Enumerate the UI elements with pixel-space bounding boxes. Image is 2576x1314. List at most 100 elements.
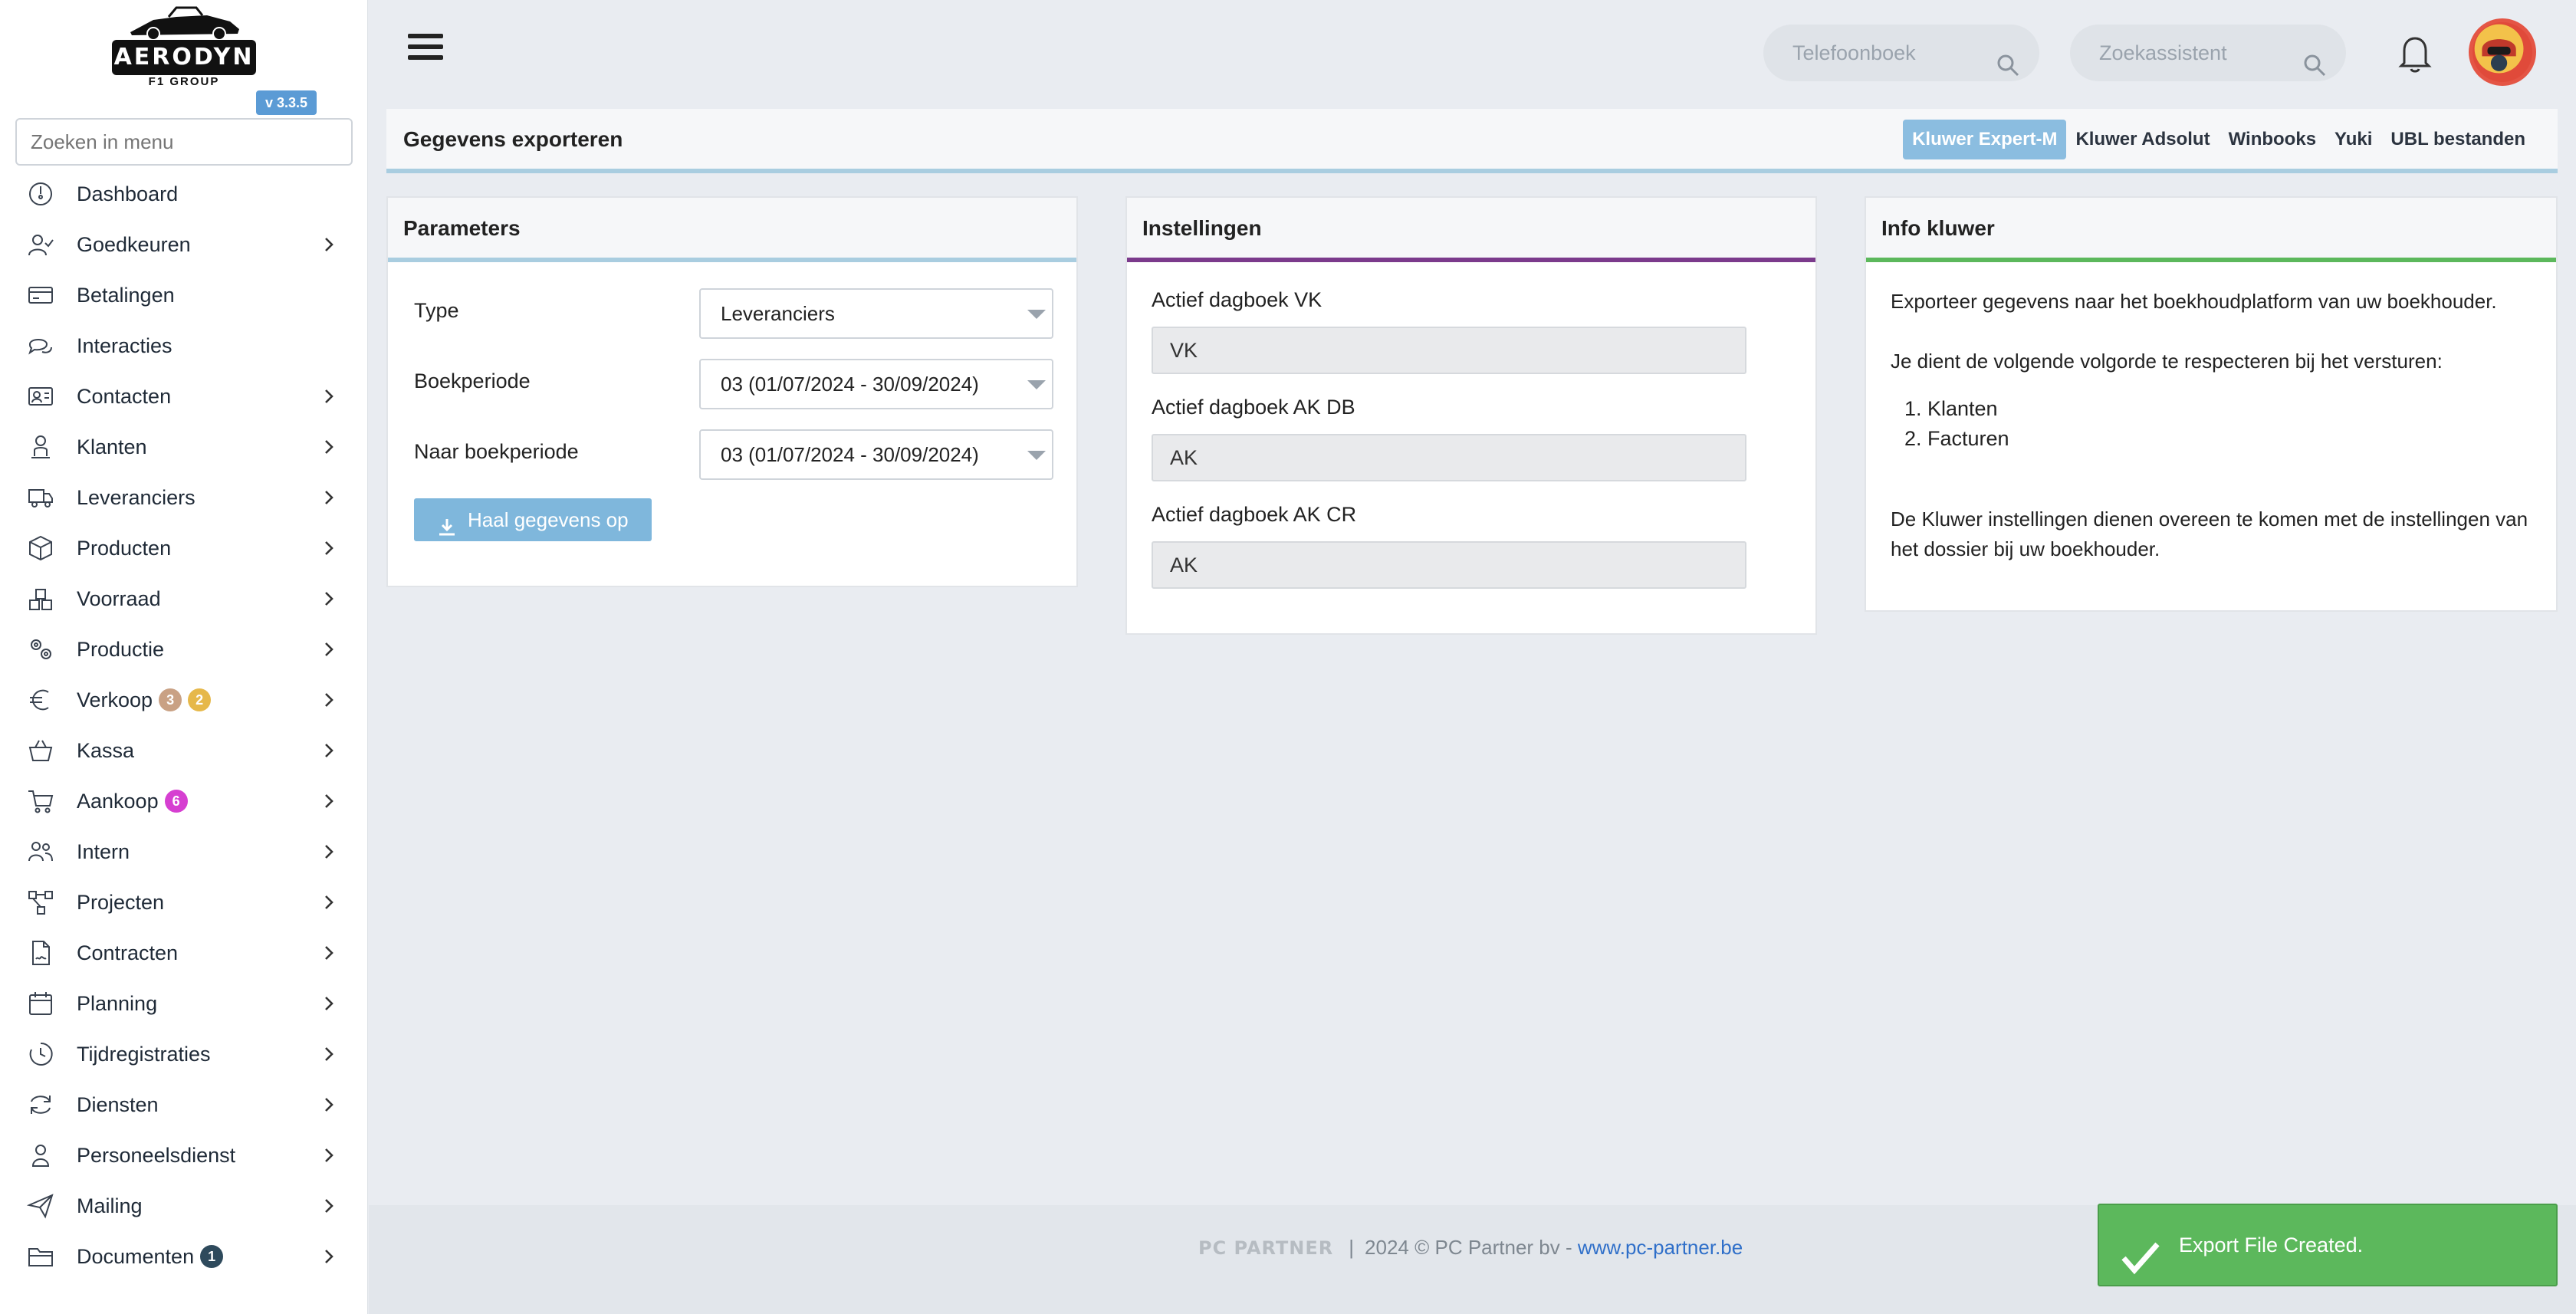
sidebar-item-projecten[interactable]: Projecten bbox=[0, 877, 368, 928]
notification-bell-icon[interactable] bbox=[2398, 34, 2432, 74]
sidebar-item-label: Kassa bbox=[77, 738, 135, 762]
tab-kluwer-adsolut[interactable]: Kluwer Adsolut bbox=[2066, 120, 2219, 159]
chevron-right-icon bbox=[320, 639, 337, 659]
period-select[interactable]: 03 (01/07/2024 - 30/09/2024) bbox=[699, 359, 1053, 409]
footer-separator: | bbox=[1349, 1236, 1355, 1259]
chevron-right-icon bbox=[320, 538, 337, 558]
parameters-panel: Parameters Type Leveranciers Boekperiode… bbox=[386, 196, 1078, 587]
sidebar-item-diensten[interactable]: Diensten bbox=[0, 1079, 368, 1130]
type-select[interactable]: Leveranciers bbox=[699, 288, 1053, 339]
list-item: Klanten bbox=[1927, 394, 2009, 424]
sidebar-item-label: Aankoop bbox=[77, 789, 159, 813]
chat-icon bbox=[26, 331, 55, 360]
count-badge: 3 bbox=[159, 688, 182, 711]
export-tabs: Kluwer Expert-M Kluwer Adsolut Winbooks Yuk… bbox=[1903, 120, 2535, 159]
tab-ubl-bestanden[interactable]: UBL bestanden bbox=[2381, 120, 2535, 159]
info-title: Info kluwer bbox=[1866, 198, 2556, 262]
logo-text: AERODYN bbox=[112, 40, 256, 75]
menu-search-input[interactable] bbox=[15, 118, 353, 166]
sidebar-item-kassa[interactable]: Kassa bbox=[0, 725, 368, 776]
chevron-right-icon bbox=[320, 1044, 337, 1064]
toast-notification[interactable]: Export File Created. bbox=[2098, 1204, 2558, 1286]
sidebar-item-label: Tijdregistraties bbox=[77, 1042, 211, 1066]
version-badge: v 3.3.5 bbox=[256, 90, 317, 115]
sidebar-item-personeelsdienst[interactable]: Personeelsdienst bbox=[0, 1130, 368, 1181]
footer-link[interactable]: www.pc-partner.be bbox=[1578, 1236, 1743, 1260]
assistant-search[interactable]: Zoekassistent bbox=[2070, 25, 2346, 81]
fetch-data-button[interactable]: Haal gegevens op bbox=[414, 498, 652, 541]
sidebar-item-mailing[interactable]: Mailing bbox=[0, 1181, 368, 1231]
chevron-right-icon bbox=[320, 589, 337, 609]
sidebar-item-contracten[interactable]: Contracten bbox=[0, 928, 368, 978]
search-icon[interactable] bbox=[2303, 41, 2326, 77]
contact-card-icon bbox=[26, 382, 55, 411]
period-label: Boekperiode bbox=[414, 370, 531, 393]
type-value: Leveranciers bbox=[721, 302, 835, 325]
sidebar-item-contacten[interactable]: Contacten bbox=[0, 371, 368, 422]
basket-icon bbox=[26, 736, 55, 765]
ak-cr-field: AK bbox=[1152, 541, 1746, 589]
sidebar: AERODYN F1 GROUP v 3.3.5 Dashboard Goedke… bbox=[0, 0, 368, 1314]
tab-winbooks[interactable]: Winbooks bbox=[2220, 120, 2325, 159]
brand-logo[interactable]: AERODYN F1 GROUP bbox=[107, 3, 261, 88]
page-title: Gegevens exporteren bbox=[403, 127, 623, 151]
sidebar-item-verkoop[interactable]: Verkoop 3 2 bbox=[0, 675, 368, 725]
sidebar-item-label: Mailing bbox=[77, 1194, 143, 1217]
tab-yuki[interactable]: Yuki bbox=[2325, 120, 2381, 159]
to-period-select[interactable]: 03 (01/07/2024 - 30/09/2024) bbox=[699, 429, 1053, 480]
user-avatar[interactable] bbox=[2469, 18, 2536, 86]
calendar-icon bbox=[26, 989, 55, 1018]
folder-icon bbox=[26, 1242, 55, 1271]
sidebar-item-dashboard[interactable]: Dashboard bbox=[0, 169, 368, 219]
sidebar-item-goedkeuren[interactable]: Goedkeuren bbox=[0, 219, 368, 270]
to-period-value: 03 (01/07/2024 - 30/09/2024) bbox=[721, 443, 979, 466]
phonebook-search[interactable]: Telefoonboek bbox=[1763, 25, 2039, 81]
sidebar-item-producten[interactable]: Producten bbox=[0, 523, 368, 573]
race-car-icon bbox=[130, 6, 239, 40]
check-icon bbox=[2121, 1228, 2160, 1275]
chevron-right-icon bbox=[320, 1095, 337, 1115]
sidebar-item-aankoop[interactable]: Aankoop 6 bbox=[0, 776, 368, 826]
sidebar-item-documenten[interactable]: Documenten 1 bbox=[0, 1231, 368, 1282]
box-icon bbox=[26, 534, 55, 563]
clock-icon bbox=[26, 1040, 55, 1069]
tab-kluwer-expert-m[interactable]: Kluwer Expert-M bbox=[1903, 120, 2067, 159]
send-icon bbox=[26, 1191, 55, 1220]
sidebar-item-label: Goedkeuren bbox=[77, 232, 191, 256]
chevron-right-icon bbox=[320, 488, 337, 508]
ak-db-label: Actief dagboek AK DB bbox=[1152, 396, 1355, 419]
sidebar-item-label: Planning bbox=[77, 991, 158, 1015]
to-period-label: Naar boekperiode bbox=[414, 440, 579, 463]
info-order-list: Klanten Facturen bbox=[1927, 394, 2009, 454]
vk-field: VK bbox=[1152, 327, 1746, 374]
sidebar-item-betalingen[interactable]: Betalingen bbox=[0, 270, 368, 320]
footer-content: PC PARTNER | 2024 © PC Partner bv - www.… bbox=[1198, 1236, 1743, 1260]
assistant-placeholder: Zoekassistent bbox=[2099, 41, 2227, 64]
hamburger-menu-button[interactable] bbox=[408, 34, 443, 64]
ak-cr-label: Actief dagboek AK CR bbox=[1152, 503, 1357, 526]
sidebar-item-interacties[interactable]: Interacties bbox=[0, 320, 368, 371]
search-icon[interactable] bbox=[1996, 41, 2019, 77]
count-badge: 1 bbox=[200, 1245, 224, 1268]
chevron-right-icon bbox=[320, 842, 337, 862]
sidebar-item-klanten[interactable]: Klanten bbox=[0, 422, 368, 472]
chevron-down-icon bbox=[1027, 451, 1046, 460]
sidebar-menu: Dashboard Goedkeuren Betalingen Interacties… bbox=[0, 169, 368, 1282]
sidebar-item-leveranciers[interactable]: Leveranciers bbox=[0, 472, 368, 523]
sidebar-item-voorraad[interactable]: Voorraad bbox=[0, 573, 368, 624]
cart-icon bbox=[26, 787, 55, 816]
download-icon bbox=[437, 509, 457, 536]
chevron-right-icon bbox=[320, 1145, 337, 1165]
count-badge: 6 bbox=[164, 790, 188, 813]
chevron-down-icon bbox=[1027, 310, 1046, 319]
info-panel: Info kluwer Exporteer gegevens naar het … bbox=[1865, 196, 2558, 612]
sidebar-item-productie[interactable]: Productie bbox=[0, 624, 368, 675]
sidebar-item-intern[interactable]: Intern bbox=[0, 826, 368, 877]
settings-panel: Instellingen Actief dagboek VK VK Actief… bbox=[1125, 196, 1817, 635]
phonebook-placeholder: Telefoonboek bbox=[1792, 41, 1916, 64]
sidebar-item-label: Intern bbox=[77, 839, 130, 863]
sidebar-item-tijdregistraties[interactable]: Tijdregistraties bbox=[0, 1029, 368, 1079]
footer-text: 2024 © PC Partner bv - bbox=[1365, 1236, 1578, 1259]
sidebar-item-planning[interactable]: Planning bbox=[0, 978, 368, 1029]
pc-partner-logo: PC PARTNER bbox=[1198, 1237, 1334, 1259]
